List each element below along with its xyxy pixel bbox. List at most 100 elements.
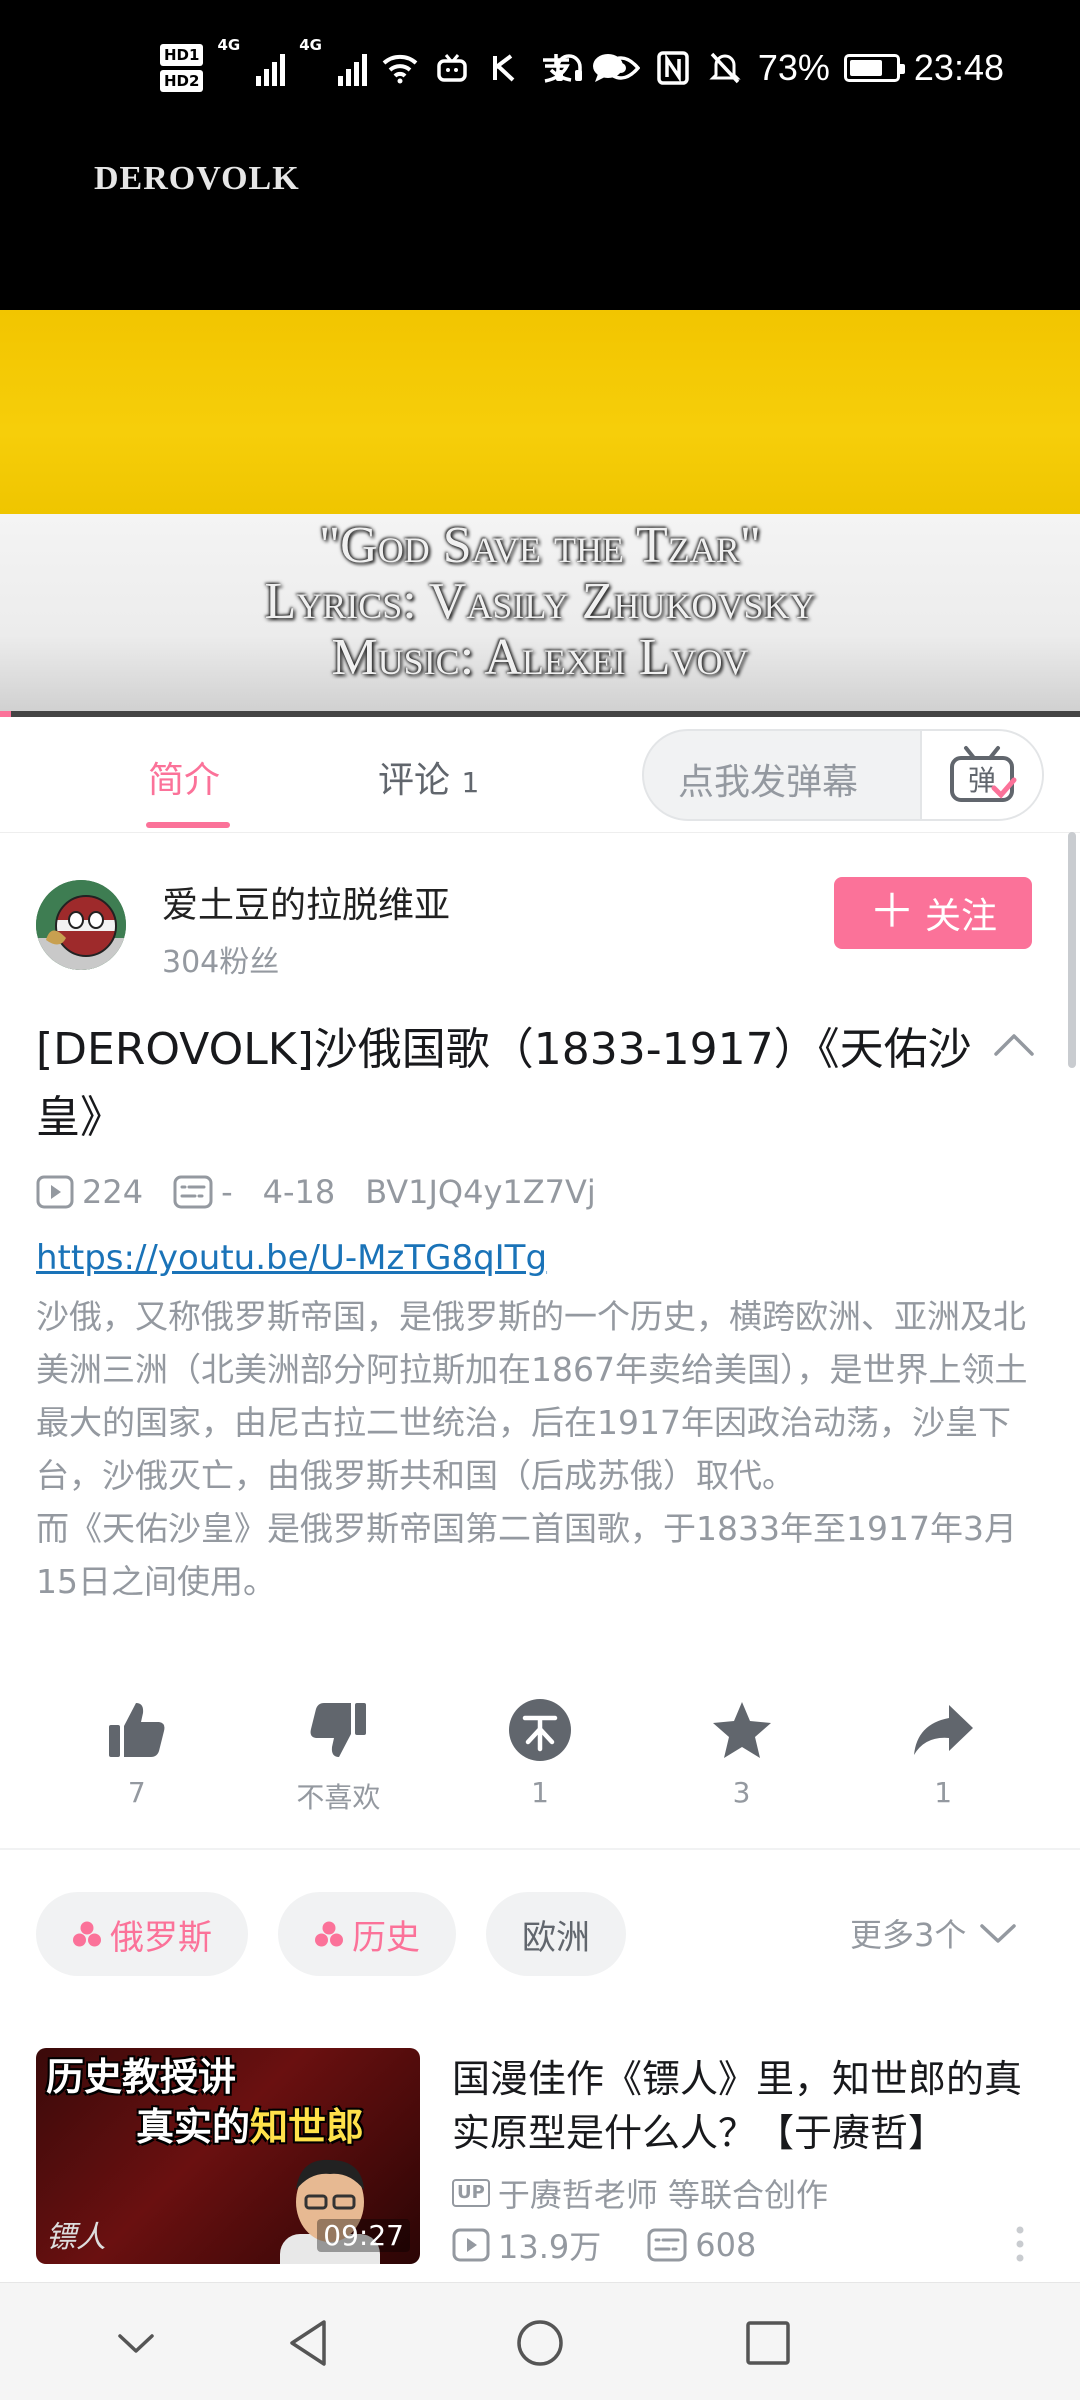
credit-line: Music: Alexei Lvov — [331, 629, 749, 686]
credit-line: Lyrics: Vasily Zhukovsky — [264, 573, 816, 630]
related-views: 13.9万 — [452, 2222, 601, 2268]
tab-comments-label: 评论 — [378, 760, 451, 801]
play-count-icon — [452, 2228, 490, 2262]
hd2-label: HD2 — [160, 70, 204, 92]
system-nav-bar — [0, 2282, 1080, 2400]
views-count: 224 — [82, 1173, 144, 1211]
related-danmaku: 608 — [647, 2226, 756, 2264]
related-video-thumbnail[interactable]: 历史教授讲 真实的知世郎 镖人 09:27 — [36, 2048, 420, 2264]
related-video-stats: 13.9万 608 — [452, 2222, 802, 2268]
danmaku-stat: - — [173, 1173, 233, 1211]
signal-1-icon — [256, 50, 286, 86]
tab-comments[interactable]: 评论 1 — [378, 751, 479, 803]
section-divider — [0, 1848, 1080, 1850]
related-video-title[interactable]: 国漫佳作《镖人》里，知世郎的真实原型是什么人？【于赓哲】 — [452, 2052, 1048, 2160]
like-button[interactable]: 7 — [36, 1692, 238, 1822]
tag-item[interactable]: 历史 — [278, 1892, 456, 1976]
chevron-down-icon — [118, 2334, 154, 2353]
coin-count: 1 — [531, 1776, 549, 1809]
thumbs-up-icon — [108, 1703, 165, 1757]
credit-line: "God Save the Tzar" — [318, 517, 762, 574]
more-tags-button[interactable]: 更多3个 — [850, 1910, 1018, 1956]
danmaku-placeholder: 点我发弹幕 — [678, 762, 859, 803]
source-link[interactable]: https://youtu.be/U-MzTG8qITg — [36, 1238, 547, 1278]
video-credits: "God Save the Tzar" Lyrics: Vasily Zhuko… — [0, 518, 1080, 686]
bvid: BV1JQ4y1Z7Vj — [365, 1173, 596, 1211]
flag-yellow-band — [0, 310, 1080, 514]
nav-back-button[interactable] — [278, 2313, 338, 2373]
star-icon — [712, 1702, 771, 1758]
tag-label: 俄罗斯 — [110, 1917, 212, 1958]
caption-line2-a: 真实的 — [136, 2104, 251, 2149]
publish-date: 4-18 — [262, 1173, 336, 1211]
video-duration: 09:27 — [317, 2219, 410, 2252]
tag-list: 俄罗斯 历史 欧洲 — [36, 1892, 626, 1976]
views-stat: 224 — [36, 1173, 143, 1211]
coin-icon — [508, 1699, 571, 1761]
coin-button[interactable]: 1 — [439, 1692, 641, 1822]
headset-icon — [550, 49, 588, 87]
nav-recents-button[interactable] — [738, 2313, 798, 2373]
scrollbar[interactable] — [1068, 832, 1076, 1068]
nav-home-button[interactable] — [510, 2313, 570, 2373]
thumbs-down-icon — [310, 1703, 367, 1757]
video-description: 沙俄，又称俄罗斯帝国，是俄罗斯的一个历史，横跨欧洲、亚洲及北美洲三洲（北美洲部分… — [36, 1297, 1028, 1601]
recents-square-icon — [746, 2321, 790, 2365]
chevron-up-icon — [994, 1034, 1034, 1056]
danmaku-count-icon — [647, 2228, 687, 2262]
wifi-icon — [381, 49, 419, 87]
related-danmaku-count: 608 — [695, 2226, 757, 2264]
related-more-button[interactable] — [1012, 2224, 1028, 2268]
more-tags-label: 更多3个 — [850, 1916, 967, 1954]
thumbnail-caption: 历史教授讲 真实的知世郎 — [46, 2052, 364, 2152]
follow-button[interactable]: ＋ 关注 — [834, 877, 1032, 949]
tag-label: 历史 — [352, 1917, 420, 1958]
video-title: [DEROVOLK]沙俄国歌（1833-1917）《天佑沙皇》 — [36, 1024, 972, 1143]
tag-item[interactable]: 欧洲 — [486, 1892, 626, 1976]
danmaku-count: - — [221, 1173, 233, 1211]
tab-intro[interactable]: 简介 — [148, 751, 220, 803]
favorite-button[interactable]: 3 — [641, 1692, 843, 1822]
mute-icon — [706, 49, 744, 87]
tab-indicator — [146, 822, 230, 828]
follow-label: 关注 — [924, 896, 997, 937]
status-bar: HD1 HD2 4G 4G 73% 23:48 — [0, 0, 1080, 140]
kuaishou-icon — [485, 49, 523, 87]
hd-indicator: HD1 HD2 — [160, 42, 204, 94]
share-arrow-icon — [914, 1705, 974, 1755]
tag-item[interactable]: 俄罗斯 — [36, 1892, 248, 1976]
hot-tag-icon — [73, 1921, 101, 1947]
battery-icon — [843, 54, 905, 82]
nav-hide-button[interactable] — [106, 2313, 166, 2373]
tv-icon — [433, 49, 471, 87]
collapse-button[interactable] — [992, 1030, 1036, 1064]
dislike-button[interactable]: 不喜欢 — [238, 1692, 440, 1822]
more-vertical-icon — [1016, 2226, 1024, 2262]
favorite-count: 3 — [732, 1776, 751, 1809]
share-button[interactable]: 1 — [842, 1692, 1044, 1822]
thumbnail-mark: 镖人 — [46, 2220, 106, 2255]
related-video-author[interactable]: UP 于赓哲老师 等联合创作 — [452, 2170, 828, 2216]
danmaku-toggle-button[interactable]: 弹 — [920, 731, 1042, 819]
uploader-avatar[interactable] — [36, 880, 126, 970]
plus-icon: ＋ — [868, 884, 915, 938]
chevron-down-icon — [980, 1924, 1017, 1943]
back-triangle-icon — [290, 2320, 326, 2366]
dislike-label: 不喜欢 — [296, 1781, 381, 1814]
author-name: 于赓哲老师 等联合创作 — [497, 2176, 828, 2214]
network-type-1: 4G — [217, 36, 241, 54]
status-right: 73% 23:48 — [550, 36, 1004, 100]
network-type-2: 4G — [299, 36, 322, 54]
danmaku-icon: 弹 — [950, 746, 1017, 802]
caption-line2-b: 知世郎 — [250, 2104, 365, 2149]
uploader-name[interactable]: 爱土豆的拉脱维亚 — [162, 876, 450, 928]
battery-percent: 73% — [757, 47, 830, 88]
share-count: 1 — [934, 1776, 953, 1809]
danmaku-input[interactable]: 点我发弹幕 弹 — [642, 729, 1044, 821]
detail-tabbar: 简介 评论 1 点我发弹幕 弹 — [0, 717, 1080, 833]
related-views-count: 13.9万 — [498, 2228, 602, 2266]
hd1-label: HD1 — [160, 44, 204, 66]
tab-comments-count: 1 — [461, 766, 480, 799]
action-row: 7 不喜欢 1 3 1 — [36, 1692, 1044, 1822]
home-circle-icon — [517, 2320, 563, 2366]
